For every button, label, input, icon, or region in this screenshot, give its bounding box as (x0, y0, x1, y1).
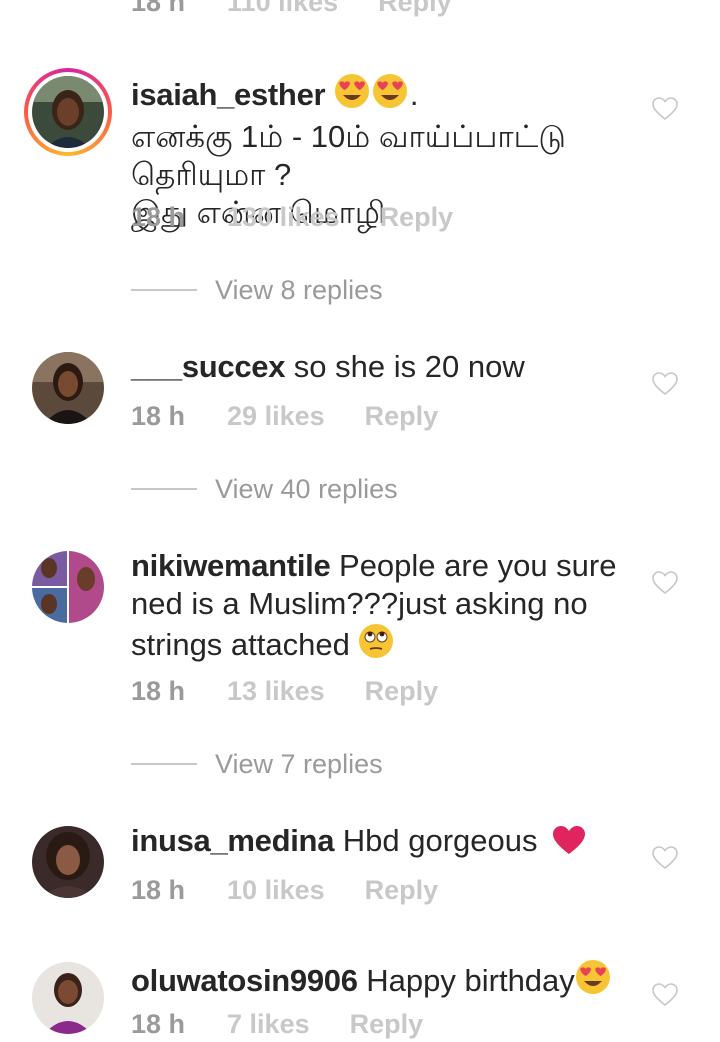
rolling-eyes-emoji (358, 623, 396, 668)
likes-count[interactable]: 130 likes (227, 202, 340, 233)
avatar[interactable] (32, 352, 104, 424)
likes-count[interactable]: 29 likes (227, 401, 325, 432)
comment-meta-row: 18 h 10 likes Reply (131, 872, 438, 908)
comment-body: inusa_medina Hbd gorgeous (131, 822, 651, 864)
heart-eyes-emoji (372, 73, 410, 118)
comment-body: ___succex so she is 20 now (131, 348, 651, 386)
heart-outline-icon[interactable] (652, 571, 678, 595)
reply-button[interactable]: Reply (380, 202, 454, 233)
comment-body: nikiwemantile People are you sure ned is… (131, 547, 651, 668)
heart-outline-icon[interactable] (652, 97, 678, 121)
heart-outline-icon[interactable] (652, 372, 678, 396)
view-replies-button[interactable]: View 40 replies (131, 471, 398, 507)
timestamp: 18 h (131, 874, 186, 905)
comment-meta-row-top: 18 h 110 likes Reply (131, 0, 452, 20)
comment-text: . (409, 77, 419, 112)
view-replies-button[interactable]: View 7 replies (131, 746, 383, 782)
view-replies-label: View 8 replies (215, 274, 383, 305)
username-link[interactable]: isaiah_esther (131, 77, 326, 112)
view-replies-label: View 7 replies (215, 748, 383, 779)
likes-count[interactable]: 13 likes (227, 676, 325, 707)
divider (131, 289, 197, 291)
avatar[interactable] (32, 962, 104, 1034)
username-link[interactable]: oluwatosin9906 (131, 963, 358, 998)
comment-meta-row: 18 h 7 likes Reply (131, 1006, 423, 1042)
timestamp: 18 h (131, 675, 186, 706)
comment-text: எனக்கு 1ம் - 10ம் வாய்ப்பாட்டு தெரியுமா … (131, 119, 566, 192)
avatar-story-ring[interactable] (24, 68, 112, 156)
reply-button[interactable]: Reply (365, 676, 439, 707)
timestamp: 18 h (131, 0, 186, 17)
comment-meta-row: 18 h 29 likes Reply (131, 398, 438, 434)
divider (131, 488, 197, 490)
view-replies-label: View 40 replies (215, 473, 398, 504)
reply-button[interactable]: Reply (365, 875, 439, 906)
view-replies-button[interactable]: View 8 replies (131, 272, 383, 308)
avatar[interactable] (32, 826, 104, 898)
likes-count[interactable]: 110 likes (227, 0, 338, 18)
comment-body: oluwatosin9906 Happy birthday (131, 959, 651, 1004)
likes-count[interactable]: 10 likes (227, 875, 325, 906)
red-heart-emoji (552, 825, 586, 864)
comment-text: Happy birthday (366, 963, 575, 998)
avatar[interactable] (32, 551, 104, 623)
timestamp: 18 h (131, 201, 186, 232)
heart-eyes-emoji (575, 959, 613, 1004)
heart-outline-icon[interactable] (652, 846, 678, 870)
reply-button[interactable]: Reply (365, 401, 439, 432)
comment-meta-row: 18 h 130 likes Reply (131, 199, 453, 235)
comment-text: so she is 20 now (293, 349, 525, 384)
username-link[interactable]: inusa_medina (131, 823, 334, 858)
heart-outline-icon[interactable] (652, 983, 678, 1007)
username-link[interactable]: ___succex (131, 349, 285, 384)
heart-eyes-emoji (334, 73, 372, 118)
avatar (32, 76, 104, 148)
reply-button[interactable]: Reply (378, 0, 452, 18)
divider (131, 763, 197, 765)
username-link[interactable]: nikiwemantile (131, 548, 331, 583)
comment-text: Hbd gorgeous (342, 823, 538, 858)
timestamp: 18 h (131, 400, 186, 431)
comment-meta-row: 18 h 13 likes Reply (131, 673, 438, 709)
